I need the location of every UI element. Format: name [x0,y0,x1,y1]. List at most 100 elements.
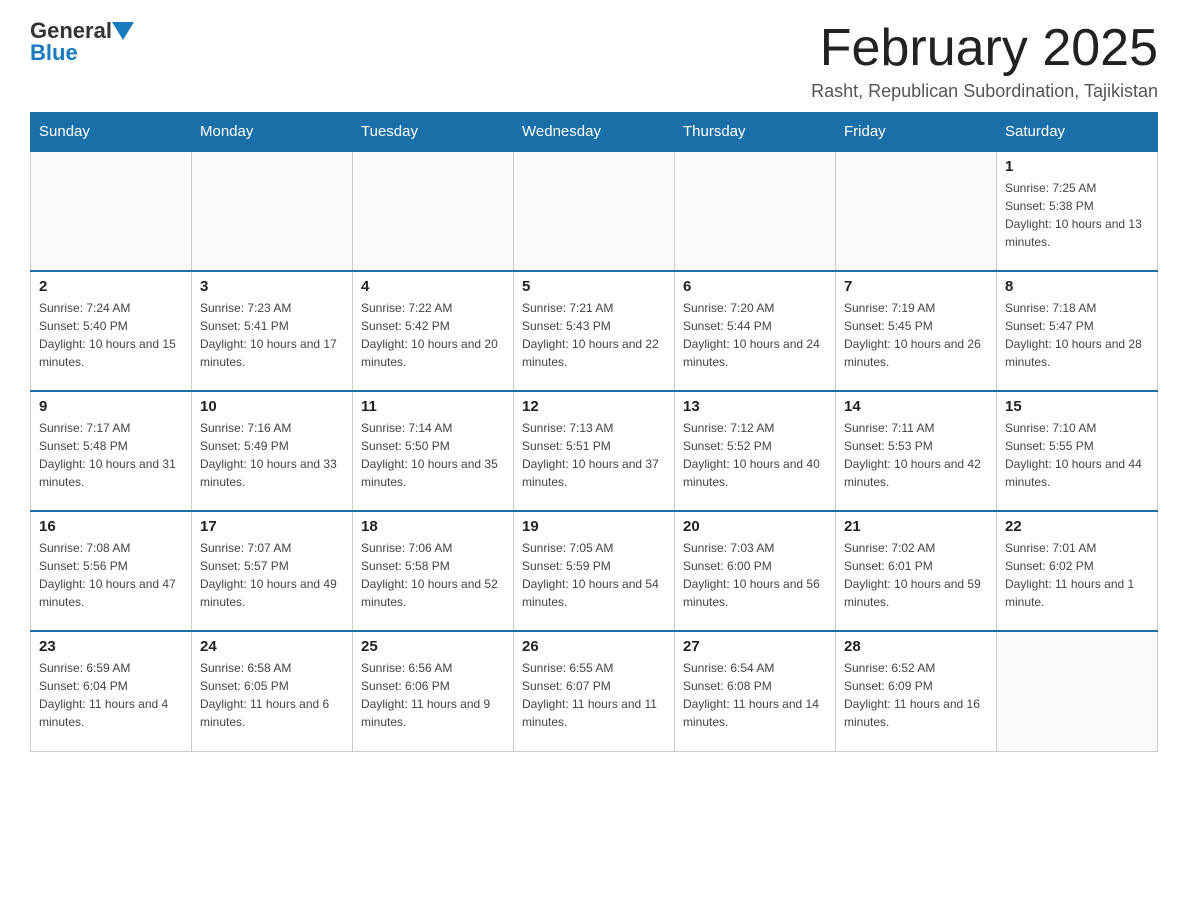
day-number: 24 [200,638,344,655]
column-header-wednesday: Wednesday [514,113,675,152]
day-number: 17 [200,518,344,535]
day-number: 19 [522,518,666,535]
day-number: 15 [1005,398,1149,415]
logo-blue: Blue [30,42,78,64]
column-header-sunday: Sunday [31,113,192,152]
calendar-cell [514,151,675,271]
day-number: 8 [1005,278,1149,295]
column-header-monday: Monday [192,113,353,152]
calendar-cell [836,151,997,271]
day-info: Sunrise: 7:22 AMSunset: 5:42 PMDaylight:… [361,299,505,371]
day-number: 4 [361,278,505,295]
day-info: Sunrise: 7:16 AMSunset: 5:49 PMDaylight:… [200,419,344,491]
calendar-cell: 28Sunrise: 6:52 AMSunset: 6:09 PMDayligh… [836,631,997,751]
calendar-cell [31,151,192,271]
calendar-cell: 24 Sunrise: 6:58 AMSunset: 6:05 PMDayligh… [192,631,353,751]
day-number: 7 [844,278,988,295]
day-info: Sunrise: 7:07 AMSunset: 5:57 PMDaylight:… [200,539,344,611]
calendar-cell: 14 Sunrise: 7:11 AMSunset: 5:53 PMDayligh… [836,391,997,511]
day-info: Sunrise: 6:55 AMSunset: 6:07 PMDaylight:… [522,659,666,731]
calendar-cell: 5 Sunrise: 7:21 AMSunset: 5:43 PMDaylight… [514,271,675,391]
day-number: 1 [1005,158,1149,175]
day-info: Sunrise: 7:18 AMSunset: 5:47 PMDaylight:… [1005,299,1149,371]
week-row-5: 23 Sunrise: 6:59 AMSunset: 6:04 PMDayligh… [31,631,1158,751]
column-header-thursday: Thursday [675,113,836,152]
day-info: Sunrise: 7:03 AMSunset: 6:00 PMDaylight:… [683,539,827,611]
day-info: Sunrise: 7:20 AMSunset: 5:44 PMDaylight:… [683,299,827,371]
day-info: Sunrise: 7:01 AMSunset: 6:02 PMDaylight:… [1005,539,1149,611]
column-header-saturday: Saturday [997,113,1158,152]
logo-general: General [30,20,112,42]
column-header-tuesday: Tuesday [353,113,514,152]
calendar-cell: 10Sunrise: 7:16 AMSunset: 5:49 PMDayligh… [192,391,353,511]
calendar-header-row: SundayMondayTuesdayWednesdayThursdayFrid… [31,113,1158,152]
day-info: Sunrise: 7:14 AMSunset: 5:50 PMDaylight:… [361,419,505,491]
day-number: 13 [683,398,827,415]
day-info: Sunrise: 7:06 AMSunset: 5:58 PMDaylight:… [361,539,505,611]
calendar-cell: 26 Sunrise: 6:55 AMSunset: 6:07 PMDayligh… [514,631,675,751]
week-row-2: 2 Sunrise: 7:24 AMSunset: 5:40 PMDaylight… [31,271,1158,391]
calendar-cell [192,151,353,271]
day-number: 16 [39,518,183,535]
day-number: 25 [361,638,505,655]
calendar-cell: 27Sunrise: 6:54 AMSunset: 6:08 PMDayligh… [675,631,836,751]
calendar-cell: 19 Sunrise: 7:05 AMSunset: 5:59 PMDayligh… [514,511,675,631]
calendar-cell: 7 Sunrise: 7:19 AMSunset: 5:45 PMDaylight… [836,271,997,391]
day-info: Sunrise: 6:52 AMSunset: 6:09 PMDaylight:… [844,659,988,731]
day-number: 6 [683,278,827,295]
calendar-cell: 18 Sunrise: 7:06 AMSunset: 5:58 PMDayligh… [353,511,514,631]
day-number: 2 [39,278,183,295]
day-info: Sunrise: 7:10 AMSunset: 5:55 PMDaylight:… [1005,419,1149,491]
day-number: 26 [522,638,666,655]
calendar-cell [353,151,514,271]
location-subtitle: Rasht, Republican Subordination, Tajikis… [811,81,1158,102]
title-area: February 2025 Rasht, Republican Subordin… [811,20,1158,102]
day-info: Sunrise: 7:25 AMSunset: 5:38 PMDaylight:… [1005,179,1149,251]
day-info: Sunrise: 7:08 AMSunset: 5:56 PMDaylight:… [39,539,183,611]
page-header: General Blue February 2025 Rasht, Republ… [30,20,1158,102]
day-number: 18 [361,518,505,535]
day-info: Sunrise: 6:58 AMSunset: 6:05 PMDaylight:… [200,659,344,731]
day-number: 20 [683,518,827,535]
day-number: 12 [522,398,666,415]
day-number: 22 [1005,518,1149,535]
day-info: Sunrise: 7:11 AMSunset: 5:53 PMDaylight:… [844,419,988,491]
calendar-cell: 2 Sunrise: 7:24 AMSunset: 5:40 PMDaylight… [31,271,192,391]
day-info: Sunrise: 7:05 AMSunset: 5:59 PMDaylight:… [522,539,666,611]
calendar-cell: 12 Sunrise: 7:13 AMSunset: 5:51 PMDayligh… [514,391,675,511]
calendar-cell: 25 Sunrise: 6:56 AMSunset: 6:06 PMDayligh… [353,631,514,751]
calendar-cell: 16 Sunrise: 7:08 AMSunset: 5:56 PMDayligh… [31,511,192,631]
logo-arrow-icon [112,22,134,40]
calendar-cell: 11 Sunrise: 7:14 AMSunset: 5:50 PMDayligh… [353,391,514,511]
calendar-cell: 8 Sunrise: 7:18 AMSunset: 5:47 PMDaylight… [997,271,1158,391]
calendar-cell [997,631,1158,751]
day-info: Sunrise: 6:59 AMSunset: 6:04 PMDaylight:… [39,659,183,731]
day-info: Sunrise: 6:54 AMSunset: 6:08 PMDaylight:… [683,659,827,731]
calendar-cell: 9 Sunrise: 7:17 AMSunset: 5:48 PMDaylight… [31,391,192,511]
column-header-friday: Friday [836,113,997,152]
calendar-cell: 20 Sunrise: 7:03 AMSunset: 6:00 PMDayligh… [675,511,836,631]
day-info: Sunrise: 6:56 AMSunset: 6:06 PMDaylight:… [361,659,505,731]
day-info: Sunrise: 7:17 AMSunset: 5:48 PMDaylight:… [39,419,183,491]
calendar-cell: 22 Sunrise: 7:01 AMSunset: 6:02 PMDayligh… [997,511,1158,631]
calendar-cell: 21Sunrise: 7:02 AMSunset: 6:01 PMDayligh… [836,511,997,631]
day-info: Sunrise: 7:24 AMSunset: 5:40 PMDaylight:… [39,299,183,371]
day-info: Sunrise: 7:02 AMSunset: 6:01 PMDaylight:… [844,539,988,611]
calendar-cell [675,151,836,271]
day-number: 9 [39,398,183,415]
day-info: Sunrise: 7:19 AMSunset: 5:45 PMDaylight:… [844,299,988,371]
day-number: 5 [522,278,666,295]
calendar-cell: 17 Sunrise: 7:07 AMSunset: 5:57 PMDayligh… [192,511,353,631]
week-row-3: 9 Sunrise: 7:17 AMSunset: 5:48 PMDaylight… [31,391,1158,511]
month-title: February 2025 [811,20,1158,77]
day-number: 23 [39,638,183,655]
day-number: 11 [361,398,505,415]
calendar-cell: 3Sunrise: 7:23 AMSunset: 5:41 PMDaylight… [192,271,353,391]
calendar-cell: 23 Sunrise: 6:59 AMSunset: 6:04 PMDayligh… [31,631,192,751]
calendar-cell: 15 Sunrise: 7:10 AMSunset: 5:55 PMDayligh… [997,391,1158,511]
week-row-4: 16 Sunrise: 7:08 AMSunset: 5:56 PMDayligh… [31,511,1158,631]
day-number: 14 [844,398,988,415]
day-info: Sunrise: 7:21 AMSunset: 5:43 PMDaylight:… [522,299,666,371]
day-info: Sunrise: 7:13 AMSunset: 5:51 PMDaylight:… [522,419,666,491]
week-row-1: 1 Sunrise: 7:25 AMSunset: 5:38 PMDaylight… [31,151,1158,271]
